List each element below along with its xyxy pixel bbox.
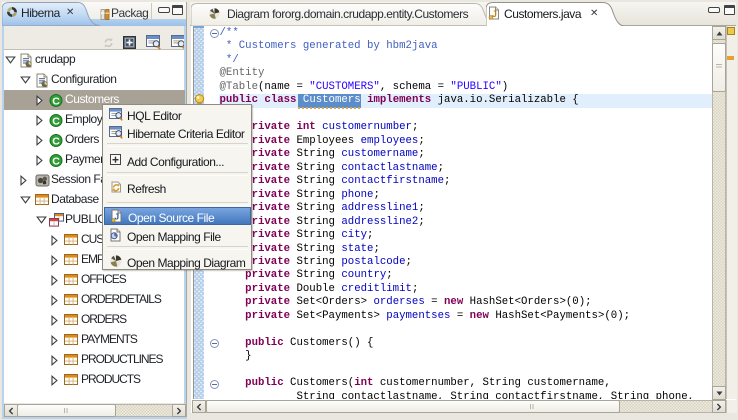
svg-text:C: C (52, 155, 60, 167)
svg-text:C: C (52, 95, 60, 107)
svg-text:C: C (52, 115, 60, 127)
svg-text:C: C (52, 135, 60, 147)
